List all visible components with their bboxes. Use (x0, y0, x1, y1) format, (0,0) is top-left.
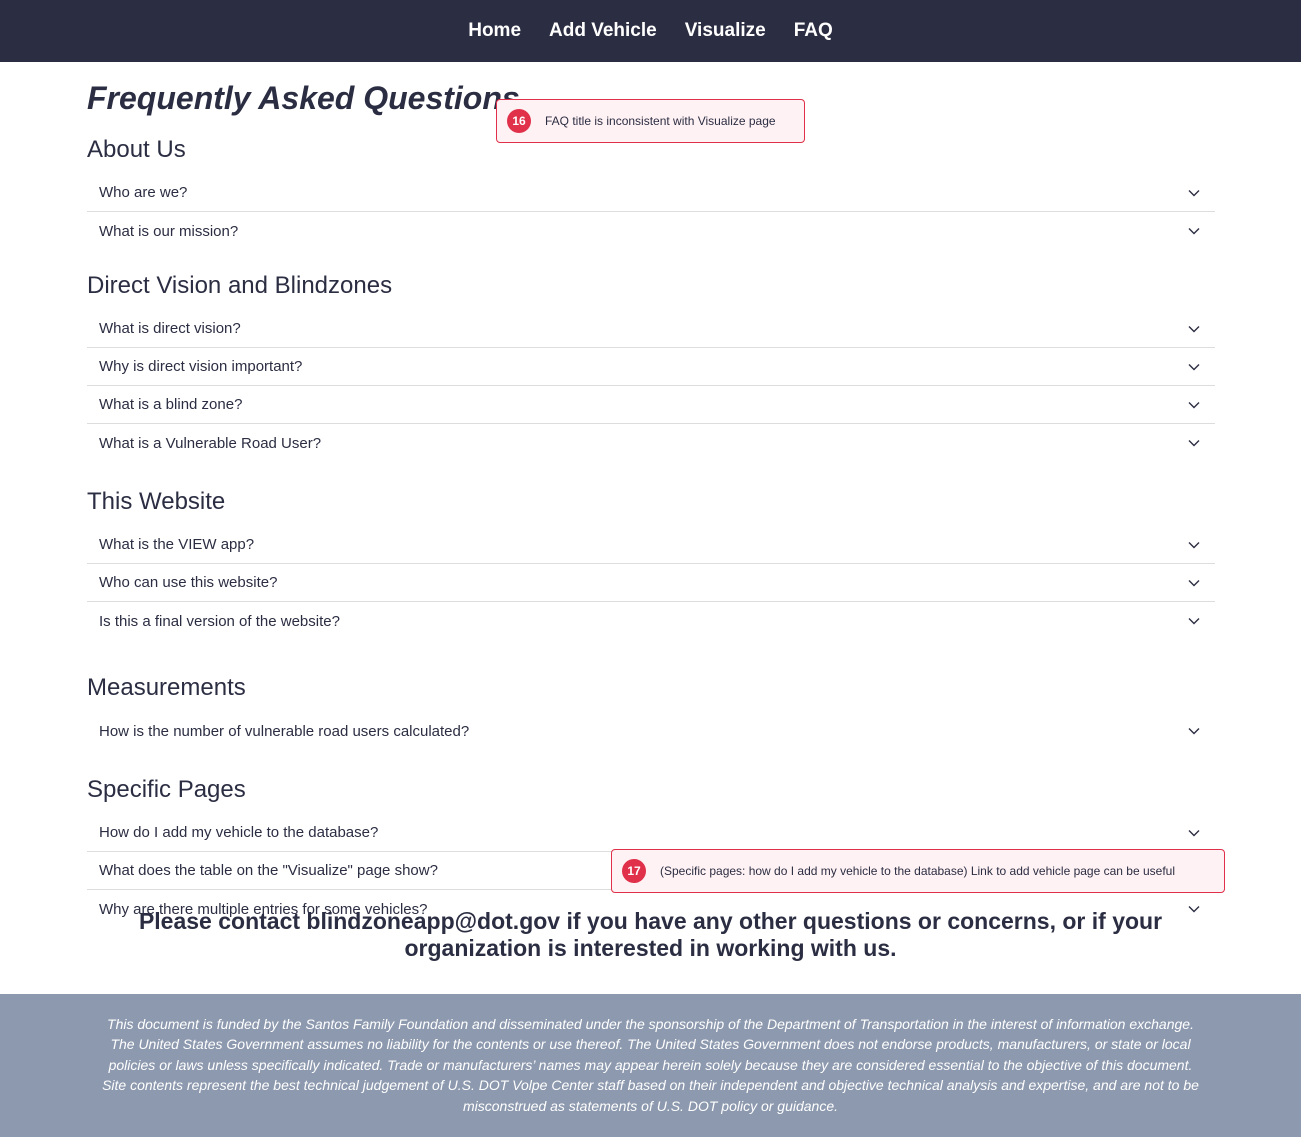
annotation-text: FAQ title is inconsistent with Visualize… (545, 114, 776, 128)
faq-item-what-is-direct-vision[interactable]: What is direct vision? (87, 310, 1215, 348)
section-title-direct-vision: Direct Vision and Blindzones (87, 272, 393, 299)
faq-question: Why is direct vision important? (99, 358, 303, 375)
annotation-text: (Specific pages: how do I add my vehicle… (660, 864, 1175, 878)
faq-item-who-are-we[interactable]: Who are we? (87, 174, 1215, 212)
faq-item-vru-calculated[interactable]: How is the number of vulnerable road use… (87, 712, 1215, 750)
nav-faq-link[interactable]: FAQ (794, 20, 833, 42)
section-title-this-website: This Website (87, 488, 226, 515)
faq-content: Frequently Asked Questions About Us Who … (87, 62, 1215, 928)
faq-item-add-vehicle[interactable]: How do I add my vehicle to the database? (87, 814, 1215, 852)
faq-list-about-us: Who are we? What is our mission? (87, 174, 1215, 250)
faq-item-who-can-use[interactable]: Who can use this website? (87, 564, 1215, 602)
chevron-down-icon (1187, 436, 1201, 450)
faq-question: How do I add my vehicle to the database? (99, 824, 379, 841)
chevron-down-icon (1187, 538, 1201, 552)
chevron-down-icon (1187, 614, 1201, 628)
contact-message: Please contact blindzoneapp@dot.gov if y… (138, 908, 1163, 961)
faq-item-final-version[interactable]: Is this a final version of the website? (87, 602, 1215, 640)
faq-question: What does the table on the "Visualize" p… (99, 862, 438, 879)
faq-question: What is direct vision? (99, 320, 241, 337)
faq-list-direct-vision: What is direct vision? Why is direct vis… (87, 310, 1215, 462)
annotation-17: 17 (Specific pages: how do I add my vehi… (611, 849, 1225, 893)
faq-question: Who are we? (99, 184, 188, 201)
section-title-specific-pages: Specific Pages (87, 776, 246, 803)
faq-question: What is a Vulnerable Road User? (99, 434, 322, 452)
faq-item-what-is-view-app[interactable]: What is the VIEW app? (87, 526, 1215, 564)
faq-item-why-direct-vision-important[interactable]: Why is direct vision important? (87, 348, 1215, 386)
nav-home-link[interactable]: Home (468, 20, 521, 42)
faq-question: Is this a final version of the website? (99, 612, 340, 630)
nav-visualize-link[interactable]: Visualize (685, 20, 766, 42)
footer-disclaimer: This document is funded by the Santos Fa… (0, 994, 1301, 1137)
chevron-down-icon (1187, 724, 1201, 738)
faq-question: What is a blind zone? (99, 396, 243, 413)
chevron-down-icon (1187, 322, 1201, 336)
faq-list-measurements: How is the number of vulnerable road use… (87, 712, 1215, 750)
chevron-down-icon (1187, 360, 1201, 374)
section-title-measurements: Measurements (87, 674, 246, 701)
nav-add-vehicle-link[interactable]: Add Vehicle (549, 20, 657, 42)
chevron-down-icon (1187, 826, 1201, 840)
faq-question: What is our mission? (99, 222, 239, 240)
chevron-down-icon (1187, 186, 1201, 200)
annotation-number-badge: 16 (507, 109, 531, 133)
chevron-down-icon (1187, 224, 1201, 238)
faq-item-vulnerable-road-user[interactable]: What is a Vulnerable Road User? (87, 424, 1215, 462)
annotation-16: 16 FAQ title is inconsistent with Visual… (496, 99, 805, 143)
chevron-down-icon (1187, 576, 1201, 590)
annotation-number-badge: 17 (622, 859, 646, 883)
top-navbar: Home Add Vehicle Visualize FAQ (0, 0, 1301, 62)
faq-question: What is the VIEW app? (99, 536, 255, 553)
faq-item-what-is-blind-zone[interactable]: What is a blind zone? (87, 386, 1215, 424)
faq-item-our-mission[interactable]: What is our mission? (87, 212, 1215, 250)
faq-question: How is the number of vulnerable road use… (99, 722, 470, 740)
chevron-down-icon (1187, 398, 1201, 412)
faq-question: Who can use this website? (99, 574, 278, 591)
disclaimer-text: This document is funded by the Santos Fa… (102, 1016, 1199, 1114)
faq-list-this-website: What is the VIEW app? Who can use this w… (87, 526, 1215, 640)
